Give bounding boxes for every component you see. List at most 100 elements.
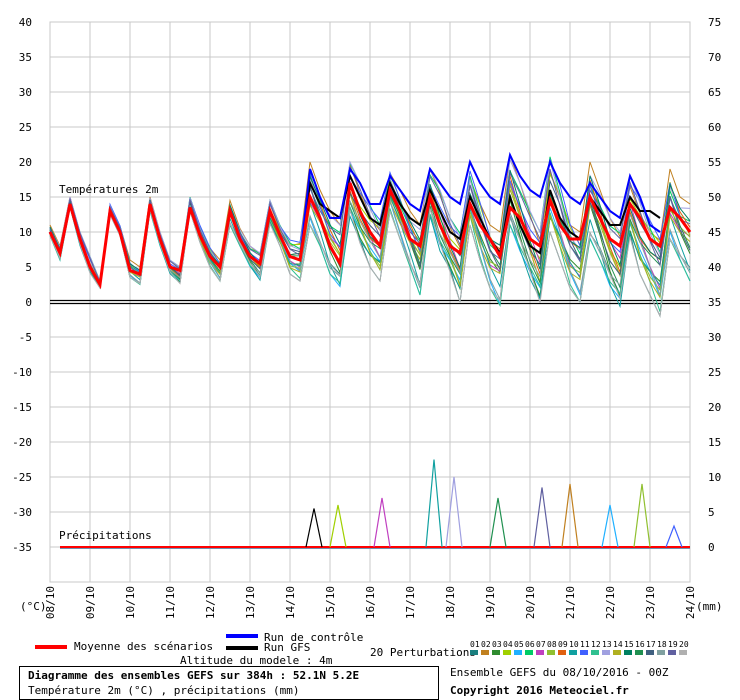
legend-gfs-swatch (226, 646, 258, 650)
perturbation-swatch (613, 650, 621, 655)
right-tick-label: 70 (708, 51, 721, 64)
right-tick-label: 0 (708, 541, 715, 554)
perturbation-id: 04 (503, 640, 513, 649)
x-tick-label: 14/10 (284, 586, 297, 619)
left-tick-label: -15 (12, 401, 32, 414)
perturbation-id: 09 (558, 640, 568, 649)
perturbation-swatch (602, 650, 610, 655)
legend-mean-swatch (35, 645, 67, 649)
left-tick-label: 40 (19, 16, 32, 29)
perturbation-swatch (679, 650, 687, 655)
precip-spike (373, 497, 391, 548)
perturbation-swatch (481, 650, 489, 655)
left-tick-label: -20 (12, 436, 32, 449)
left-tick-label: 15 (19, 191, 32, 204)
precip-spike (665, 524, 683, 548)
precipitation-section-label: Précipitations (59, 529, 152, 542)
perturbation-id: 20 (679, 640, 689, 649)
x-tick-label: 21/10 (564, 586, 577, 619)
right-tick-label: 50 (708, 191, 721, 204)
perturbation-id: 02 (481, 640, 491, 649)
perturbation-id: 19 (668, 640, 678, 649)
perturbation-id: 05 (514, 640, 524, 649)
x-tick-label: 10/10 (124, 586, 137, 619)
right-tick-label: 10 (708, 471, 721, 484)
left-tick-label: -25 (12, 471, 32, 484)
left-tick-label: -10 (12, 366, 32, 379)
precip-spike (533, 487, 551, 548)
right-tick-label: 5 (708, 506, 715, 519)
precip-spike (305, 508, 323, 548)
perturbation-swatch (470, 650, 478, 655)
right-tick-label: 45 (708, 226, 721, 239)
grid (49, 21, 691, 583)
perturbation-id: 06 (525, 640, 535, 649)
right-tick-label: 40 (708, 261, 721, 274)
x-tick-label: 09/10 (84, 586, 97, 619)
right-tick-label: 30 (708, 331, 721, 344)
ensemble-chart: 4035302520151050-5-10-15-20-25-30-35 757… (12, 16, 723, 619)
right-tick-label: 25 (708, 366, 721, 379)
perturbation-id: 12 (591, 640, 601, 649)
perturbation-id: 15 (624, 640, 634, 649)
x-tick-label: 13/10 (244, 586, 257, 619)
perturbation-id: 18 (657, 640, 667, 649)
left-axis-unit: (°C) (20, 600, 47, 613)
footer-title: Diagramme des ensembles GEFS sur 384h : … (28, 669, 360, 682)
perturbation-swatch (503, 650, 511, 655)
right-tick-label: 35 (708, 296, 721, 309)
perturbation-swatch (657, 650, 665, 655)
x-axis-ticks: 08/10 09/10 10/10 11/10 12/10 13/10 14/10 15/10… (44, 586, 697, 619)
left-tick-label: 5 (25, 261, 32, 274)
perturbation-id: 16 (635, 640, 645, 649)
legend-control-swatch (226, 634, 258, 638)
perturbation-swatch (635, 650, 643, 655)
footer-subtitle: Température 2m (°C) , précipitations (mm… (28, 684, 300, 697)
perturbation-id: 07 (536, 640, 546, 649)
perturbation-swatch (646, 650, 654, 655)
left-tick-label: 25 (19, 121, 32, 134)
x-tick-label: 19/10 (484, 586, 497, 619)
precip-spike (633, 483, 651, 548)
right-tick-label: 60 (708, 121, 721, 134)
perturbation-id: 13 (602, 640, 612, 649)
perturbation-id: 11 (580, 640, 590, 649)
right-axis-ticks: 757065605550454035302520151050 (708, 16, 721, 554)
perturbation-id: 03 (492, 640, 502, 649)
perturbation-swatch (580, 650, 588, 655)
precip-spike (329, 504, 347, 548)
x-tick-label: 23/10 (644, 586, 657, 619)
footer-box: Diagramme des ensembles GEFS sur 384h : … (19, 666, 439, 700)
perturbation-swatch (668, 650, 676, 655)
right-tick-label: 65 (708, 86, 721, 99)
precip-spike (425, 459, 443, 548)
temperature-section-label: Températures 2m (59, 183, 159, 196)
left-axis-ticks: 40 35 30 25 20 15 10 5 0 -5 -10 -15 -20 -25 -30 -35 (12, 16, 32, 554)
x-tick-label: 11/10 (164, 586, 177, 619)
left-tick-label: 10 (19, 226, 32, 239)
legend-perturbations-label: 20 Perturbations (370, 646, 476, 659)
x-tick-label: 18/10 (444, 586, 457, 619)
left-tick-label: -5 (19, 331, 32, 344)
right-tick-label: 20 (708, 401, 721, 414)
footer-copyright: Copyright 2016 Meteociel.fr (450, 684, 629, 697)
x-tick-label: 12/10 (204, 586, 217, 619)
right-tick-label: 55 (708, 156, 721, 169)
x-tick-label: 22/10 (604, 586, 617, 619)
right-axis-unit: (mm) (696, 600, 723, 613)
right-tick-label: 15 (708, 436, 721, 449)
perturbation-swatch (624, 650, 632, 655)
perturbation-swatch (591, 650, 599, 655)
perturbation-swatch (514, 650, 522, 655)
x-tick-label: 20/10 (524, 586, 537, 619)
right-tick-label: 75 (708, 16, 721, 29)
perturbation-swatch (547, 650, 555, 655)
precip-spike (489, 497, 507, 548)
left-tick-label: -30 (12, 506, 32, 519)
perturbation-id: 08 (547, 640, 557, 649)
perturbation-swatch (492, 650, 500, 655)
x-tick-label: 15/10 (324, 586, 337, 619)
perturbation-swatch (569, 650, 577, 655)
perturbation-id: 14 (613, 640, 623, 649)
left-tick-label: 30 (19, 86, 32, 99)
